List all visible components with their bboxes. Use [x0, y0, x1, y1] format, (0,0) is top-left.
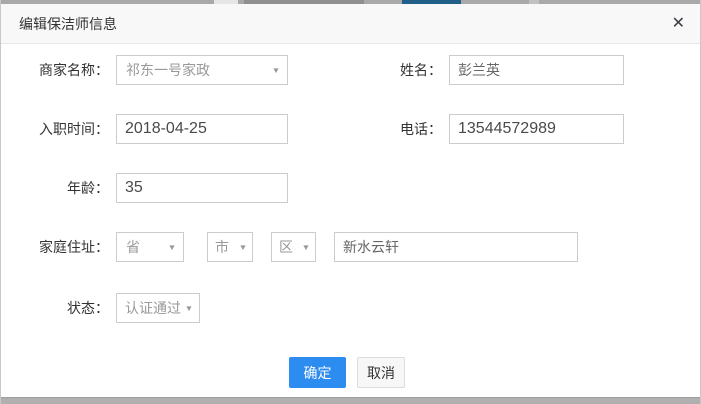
- confirm-button[interactable]: 确定: [289, 357, 346, 388]
- chevron-down-icon: ▼: [302, 243, 311, 252]
- merchant-label: 商家名称：: [1, 55, 109, 85]
- age-input[interactable]: [116, 173, 288, 203]
- address-label: 家庭住址：: [1, 232, 109, 262]
- status-select-value: 认证通过: [125, 298, 181, 318]
- chevron-down-icon: ▼: [185, 304, 194, 313]
- merchant-select[interactable]: 祁东一号家政 ▼: [116, 55, 288, 85]
- district-select[interactable]: 区 ▼: [271, 232, 316, 262]
- chevron-down-icon: ▼: [272, 66, 281, 75]
- name-input[interactable]: [449, 55, 624, 85]
- chevron-down-icon: ▼: [168, 243, 177, 252]
- background-scrollbar-strip: [1, 397, 700, 404]
- hire-date-input[interactable]: [116, 114, 288, 144]
- status-label: 状态：: [1, 293, 109, 323]
- merchant-select-value: 祁东一号家政: [126, 60, 210, 80]
- province-select[interactable]: 省 ▼: [116, 232, 184, 262]
- province-select-value: 省: [126, 237, 140, 257]
- phone-label: 电话：: [331, 114, 442, 144]
- address-detail-input[interactable]: [334, 232, 578, 262]
- phone-input[interactable]: [449, 114, 624, 144]
- status-select[interactable]: 认证通过 ▼: [116, 293, 200, 323]
- name-label: 姓名：: [331, 55, 442, 85]
- hire-date-label: 入职时间：: [1, 114, 109, 144]
- age-label: 年龄：: [1, 173, 109, 203]
- chevron-down-icon: ▼: [239, 243, 248, 252]
- city-select-value: 市: [215, 237, 229, 257]
- close-icon[interactable]: ✕: [672, 4, 685, 44]
- city-select[interactable]: 市 ▼: [207, 232, 253, 262]
- cancel-button[interactable]: 取消: [357, 357, 405, 388]
- district-select-value: 区: [279, 237, 293, 257]
- dialog-header: 编辑保洁师信息 ✕: [1, 4, 700, 44]
- dialog-title: 编辑保洁师信息: [19, 4, 117, 44]
- edit-cleaner-dialog: 编辑保洁师信息 ✕ 商家名称： 祁东一号家政 ▼ 姓名： 入职时间： 电话： 年…: [0, 0, 701, 404]
